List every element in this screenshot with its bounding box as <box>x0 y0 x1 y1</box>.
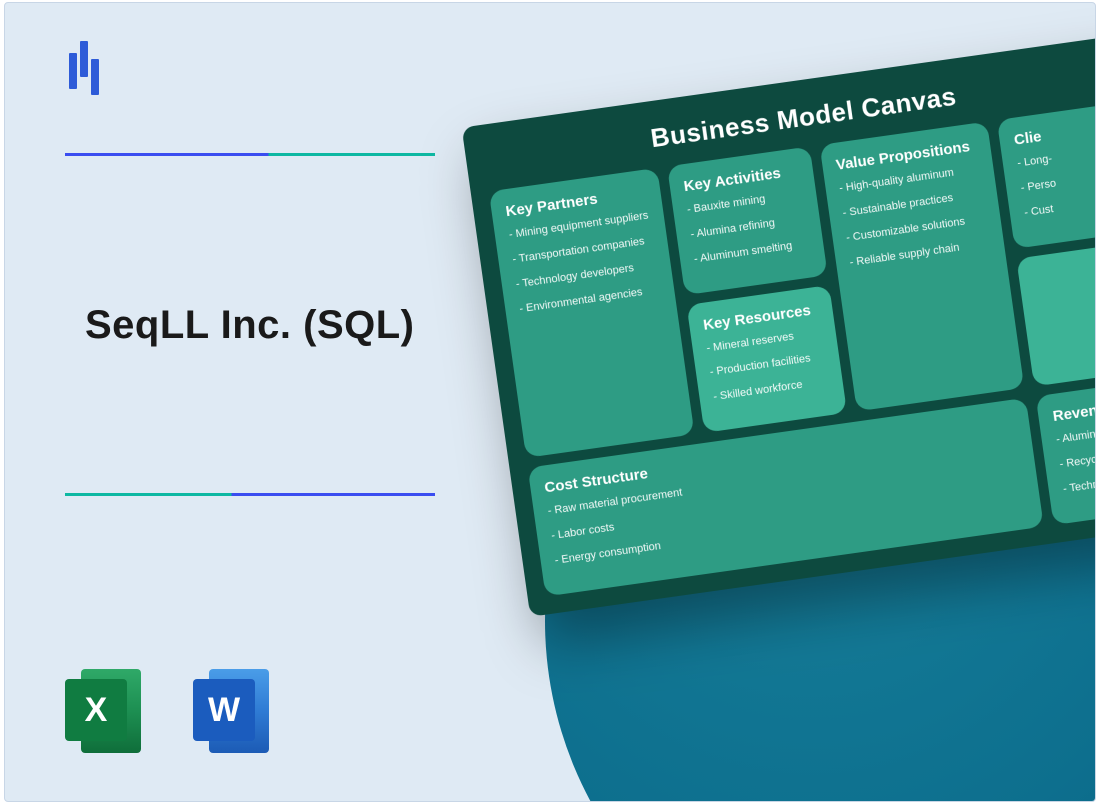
block-heading: Revenue S <box>1052 394 1096 425</box>
block-client-relationships: Clie Long-PersoCust <box>997 102 1096 248</box>
block-channels <box>1017 240 1096 386</box>
page-title: SeqLL Inc. (SQL) <box>85 303 415 348</box>
logo-bar <box>91 59 99 95</box>
canvas-preview: Business Model Canvas Key Partners Minin… <box>462 33 1096 616</box>
logo-bar <box>80 41 88 77</box>
block-list <box>1033 264 1096 278</box>
list-item: Technology lice <box>1062 468 1096 497</box>
block-list: Mining equipment suppliersTransportation… <box>508 208 661 316</box>
list-item: Perso <box>1020 167 1096 196</box>
divider-bottom <box>65 493 435 496</box>
block-list: Bauxite miningAlumina refiningAluminum s… <box>686 187 810 267</box>
block-value-propositions: Value Propositions High-quality aluminum… <box>819 121 1025 411</box>
word-icon: W <box>193 661 293 761</box>
word-badge: W <box>193 679 255 741</box>
block-key-resources: Key Resources Mineral reservesProduction… <box>686 285 846 433</box>
block-heading: Clie <box>1013 118 1096 149</box>
list-item: Cust <box>1023 192 1096 221</box>
logo-bar <box>69 53 77 89</box>
block-list: High-quality aluminumSustainable practic… <box>838 162 991 270</box>
hero-card: SeqLL Inc. (SQL) Business Model Canvas K… <box>4 2 1096 802</box>
block-revenue-streams: Revenue S Aluminum produRecycling servic… <box>1036 378 1096 524</box>
block-key-partners: Key Partners Mining equipment suppliersT… <box>489 168 695 458</box>
block-list: Aluminum produRecycling servicTechnology… <box>1055 419 1096 497</box>
block-key-activities: Key Activities Bauxite miningAlumina ref… <box>667 146 827 294</box>
canvas-grid: Key Partners Mining equipment suppliersT… <box>489 102 1096 596</box>
business-model-canvas: Business Model Canvas Key Partners Minin… <box>462 33 1096 616</box>
excel-icon: X <box>65 661 165 761</box>
block-heading <box>1032 256 1096 270</box>
excel-badge: X <box>65 679 127 741</box>
list-item: Recycling servic <box>1059 443 1096 472</box>
block-list: Long-PersoCust <box>1016 142 1096 220</box>
file-type-icons: X W <box>65 661 293 761</box>
list-item: Skilled workforce <box>712 374 829 405</box>
block-list: Mineral reservesProduction facilitiesSki… <box>706 325 830 405</box>
divider-top <box>65 153 435 156</box>
list-item: Aluminum smelting <box>693 236 810 267</box>
